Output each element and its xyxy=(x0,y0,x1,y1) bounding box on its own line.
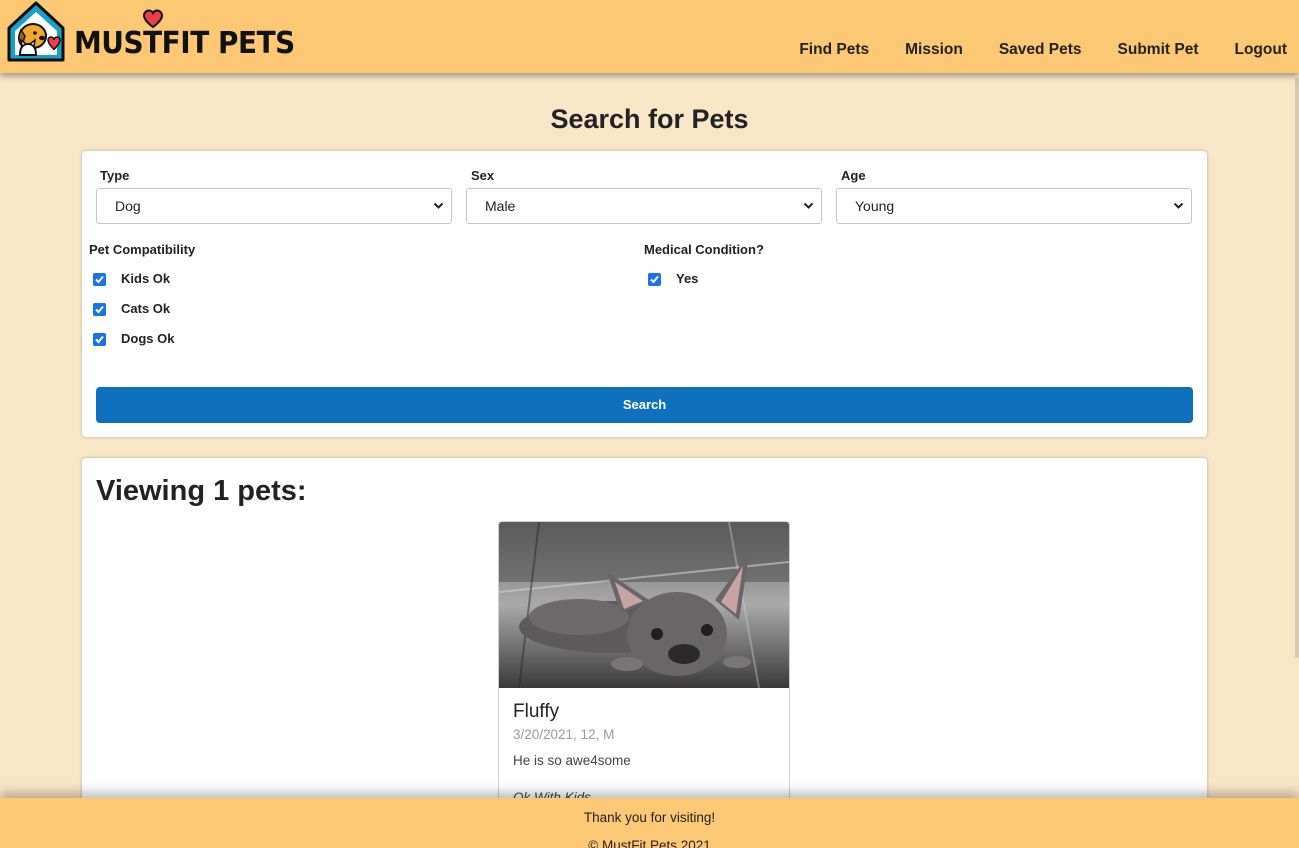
sex-select[interactable]: Male xyxy=(466,188,822,224)
pet-card[interactable]: Fluffy 3/20/2021, 12, M He is so awe4som… xyxy=(498,521,790,821)
search-button[interactable]: Search xyxy=(96,387,1193,423)
logo[interactable]: MUSTFIT PETS xyxy=(6,0,295,66)
search-form: Type Dog Sex Male Age Young Pet Compatib… xyxy=(82,151,1207,437)
chevron-down-icon xyxy=(803,202,814,209)
chevron-down-icon xyxy=(433,202,444,209)
pet-description: He is so awe4some xyxy=(513,753,631,768)
nav-links: Find Pets Mission Saved Pets Submit Pet … xyxy=(763,40,1287,60)
age-select-value: Young xyxy=(855,198,895,214)
dogs-ok-option: Dogs Ok xyxy=(93,330,174,348)
type-label: Type xyxy=(100,168,130,183)
kids-ok-option: Kids Ok xyxy=(93,270,170,288)
page-title: Search for Pets xyxy=(550,104,749,134)
pet-name: Fluffy xyxy=(513,701,560,722)
checkmark-icon xyxy=(95,335,104,343)
nav-find-pets[interactable]: Find Pets xyxy=(799,40,869,60)
kids-ok-label: Kids Ok xyxy=(121,271,171,286)
results-panel: Viewing 1 pets: Fluffy 3/20/2021, 12, M … xyxy=(82,458,1207,821)
checkmark-icon xyxy=(95,275,104,283)
nav-logout[interactable]: Logout xyxy=(1234,40,1287,60)
compatibility-label: Pet Compatibility xyxy=(89,242,196,257)
results-title: Viewing 1 pets: xyxy=(96,475,307,507)
sex-select-value: Male xyxy=(485,198,516,214)
footer: Thank you for visiting! © MustFit Pets 2… xyxy=(0,798,1299,848)
medical-condition-label: Medical Condition? xyxy=(644,242,764,257)
chevron-down-icon xyxy=(1173,202,1184,209)
footer-thanks: Thank you for visiting! xyxy=(583,810,716,825)
cats-ok-checkbox[interactable] xyxy=(93,302,106,316)
cats-ok-label: Cats Ok xyxy=(121,301,171,316)
kids-ok-checkbox[interactable] xyxy=(93,272,106,286)
checkmark-icon xyxy=(95,305,104,313)
brand-name: MUSTFIT PETS xyxy=(74,26,295,61)
dogs-ok-label: Dogs Ok xyxy=(121,331,175,346)
pet-meta: 3/20/2021, 12, M xyxy=(513,727,615,742)
type-select[interactable]: Dog xyxy=(96,188,452,224)
checkmark-icon xyxy=(650,275,659,283)
nav-mission[interactable]: Mission xyxy=(905,40,963,60)
dogs-ok-checkbox[interactable] xyxy=(93,332,106,346)
medical-yes-checkbox[interactable] xyxy=(648,272,661,286)
navbar: MUSTFIT PETS Find Pets Mission Saved Pet… xyxy=(0,0,1299,73)
medical-yes-option: Yes xyxy=(648,270,698,288)
sex-label: Sex xyxy=(471,168,495,183)
logo-house-icon xyxy=(7,1,65,62)
age-select[interactable]: Young xyxy=(836,188,1192,224)
nav-submit-pet[interactable]: Submit Pet xyxy=(1118,40,1199,60)
footer-copyright: © MustFit Pets 2021 xyxy=(588,838,711,848)
pet-photo xyxy=(499,522,789,688)
medical-yes-label: Yes xyxy=(676,271,699,286)
age-label: Age xyxy=(841,168,866,183)
cats-ok-option: Cats Ok xyxy=(93,300,170,318)
nav-saved-pets[interactable]: Saved Pets xyxy=(999,40,1082,60)
type-select-value: Dog xyxy=(115,198,141,214)
scrollbar[interactable] xyxy=(1295,78,1299,658)
